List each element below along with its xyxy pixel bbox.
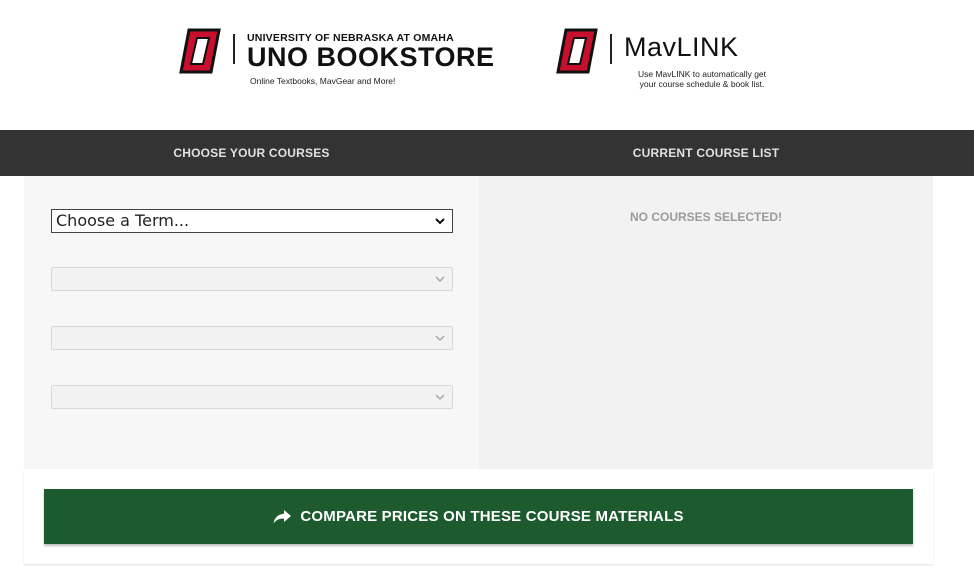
term-select-value: Choose a Term... — [56, 211, 190, 230]
compare-prices-label: COMPARE PRICES ON THESE COURSE MATERIALS — [300, 508, 684, 525]
site-header: UNIVERSITY OF NEBRASKA AT OMAHA UNO BOOK… — [0, 0, 974, 130]
mavlink-logo[interactable]: MavLINK Use MavLINK to automatically get… — [552, 26, 792, 89]
chevron-down-icon — [435, 218, 445, 225]
term-select[interactable]: Choose a Term... — [51, 209, 453, 233]
chevron-down-icon — [435, 276, 445, 283]
chevron-down-icon — [435, 394, 445, 401]
mavlink-tagline-line2: your course schedule & book list. — [639, 79, 765, 89]
department-select[interactable] — [51, 267, 453, 291]
uno-o-logo-icon — [179, 28, 221, 74]
uno-title: UNO BOOKSTORE — [247, 42, 495, 72]
compare-prices-button[interactable]: COMPARE PRICES ON THESE COURSE MATERIALS — [44, 489, 913, 544]
mavlink-o-logo-icon — [556, 28, 598, 74]
uno-bookstore-logo[interactable]: UNIVERSITY OF NEBRASKA AT OMAHA UNO BOOK… — [175, 26, 495, 86]
mavlink-title: MavLINK — [624, 32, 739, 62]
course-list-panel: NO COURSES SELECTED! — [479, 176, 933, 469]
section-select[interactable] — [51, 385, 453, 409]
tab-current-course-list[interactable]: CURRENT COURSE LIST — [479, 130, 933, 176]
share-arrow-icon — [273, 509, 292, 523]
chevron-down-icon — [435, 335, 445, 342]
logo-divider — [610, 34, 612, 64]
course-select[interactable] — [51, 326, 453, 350]
logo-divider — [233, 34, 235, 64]
section-tab-bar: CHOOSE YOUR COURSES CURRENT COURSE LIST — [0, 130, 974, 176]
uno-tagline: Online Textbooks, MavGear and More! — [250, 76, 396, 86]
tab-choose-your-courses[interactable]: CHOOSE YOUR COURSES — [24, 130, 479, 176]
empty-course-list-message: NO COURSES SELECTED! — [629, 210, 782, 224]
mavlink-tagline: Use MavLINK to automatically get your co… — [612, 69, 792, 89]
mavlink-tagline-line1: Use MavLINK to automatically get — [637, 69, 767, 79]
